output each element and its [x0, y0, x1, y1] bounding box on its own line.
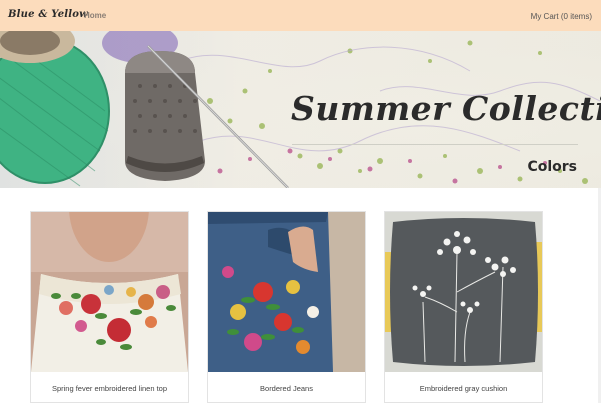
product-image[interactable] — [208, 212, 365, 372]
product-name[interactable]: Embroidered gray cushion — [385, 384, 542, 393]
product-name[interactable]: Spring fever embroidered linen top — [31, 384, 188, 393]
product-grid: Spring fever embroidered linen top Borde… — [0, 188, 601, 403]
cart-link[interactable]: My Cart (0 items) — [531, 12, 592, 21]
product-image[interactable] — [31, 212, 188, 372]
navbar: Blue & Yellow Home My Cart (0 items) — [0, 0, 601, 32]
nav-home-link[interactable]: Home — [84, 11, 106, 20]
product-card[interactable]: Spring fever embroidered linen top — [30, 211, 189, 403]
hero-divider — [292, 144, 578, 145]
product-card[interactable]: Embroidered gray cushion — [384, 211, 543, 403]
brand-logo[interactable]: Blue & Yellow — [8, 9, 88, 20]
hero-subtitle: Colors — [527, 159, 577, 175]
product-name[interactable]: Bordered Jeans — [208, 384, 365, 393]
hero-title: Summer Collection — [291, 89, 601, 128]
product-card[interactable]: Bordered Jeans — [207, 211, 366, 403]
product-image[interactable] — [385, 212, 542, 372]
hero-banner: Summer Collection Colors — [0, 31, 601, 188]
